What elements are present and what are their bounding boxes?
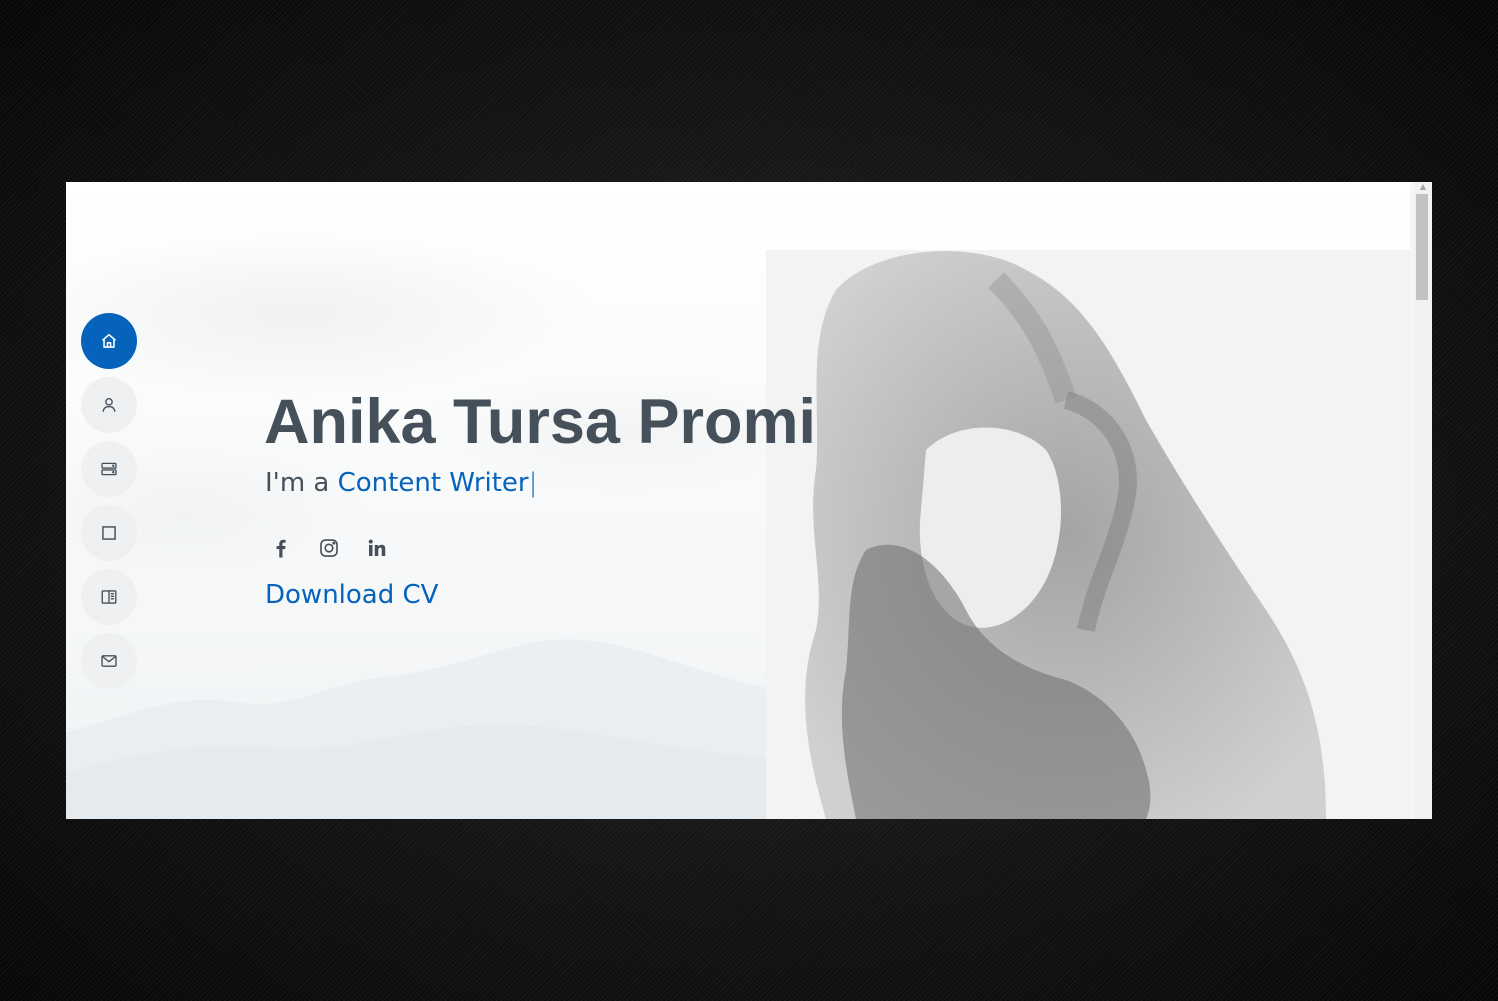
- social-links: [266, 533, 392, 563]
- portrait-image: [766, 250, 1410, 819]
- instagram-icon: [320, 539, 338, 557]
- vertical-scrollbar[interactable]: ▲: [1414, 182, 1432, 819]
- scrollbar-thumb[interactable]: [1416, 194, 1428, 300]
- envelope-icon: [101, 655, 117, 667]
- side-navigation: [81, 313, 137, 697]
- nav-item-contact[interactable]: [81, 633, 137, 689]
- linkedin-link[interactable]: [362, 533, 392, 563]
- instagram-link[interactable]: [314, 533, 344, 563]
- hero-name: Anika Tursa Promi: [264, 387, 816, 457]
- house-icon: [101, 333, 117, 348]
- nav-item-home[interactable]: [81, 313, 137, 369]
- square-icon: [102, 526, 116, 540]
- download-cv-link[interactable]: Download CV: [265, 575, 438, 615]
- hero-subtitle: I'm a Content Writer|: [265, 465, 537, 501]
- nav-item-portfolio[interactable]: [81, 505, 137, 561]
- nav-item-services[interactable]: [81, 569, 137, 625]
- scroll-up-arrow-icon[interactable]: ▲: [1414, 182, 1432, 192]
- nav-item-about[interactable]: [81, 377, 137, 433]
- browser-viewport: ▲ Anika Tursa Promi I'm a Content Writer…: [66, 182, 1432, 819]
- typing-cursor: |: [528, 468, 538, 498]
- background-mountains: [66, 639, 826, 819]
- linkedin-icon: [368, 539, 386, 556]
- facebook-icon: [276, 539, 286, 558]
- hero-intro-text: I'm a: [265, 468, 338, 498]
- book-icon: [101, 590, 117, 604]
- nav-item-resume[interactable]: [81, 441, 137, 497]
- typed-role-text: Content Writer: [337, 468, 529, 498]
- person-icon: [102, 398, 116, 412]
- server-icon: [101, 462, 117, 476]
- facebook-link[interactable]: [266, 533, 296, 563]
